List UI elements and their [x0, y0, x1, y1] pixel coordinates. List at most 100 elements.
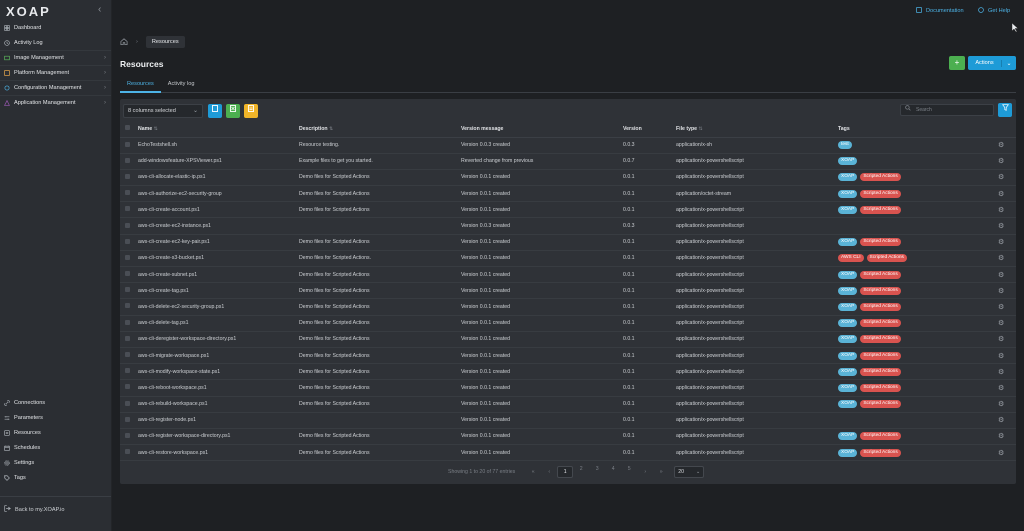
export-button[interactable] [208, 104, 222, 118]
row-checkbox[interactable] [120, 331, 138, 348]
row-settings[interactable]: ⚙ [998, 137, 1016, 154]
sidebar-item-activity-log[interactable]: Activity Log [0, 35, 111, 50]
table-row[interactable]: aws-cli-restore-workspace.ps1 Demo files … [120, 444, 1016, 462]
header-file-type[interactable]: File type ⇅ [676, 121, 838, 138]
gear-icon[interactable]: ⚙ [998, 191, 1004, 198]
cell-name[interactable]: aws-cli-create-ec2-instance.ps1 [138, 217, 299, 235]
row-checkbox[interactable] [120, 396, 138, 413]
chevron-down-icon[interactable]: ⌄ [1001, 59, 1016, 67]
row-settings[interactable]: ⚙ [998, 331, 1016, 348]
cell-name[interactable]: EchoTestshell.sh [138, 137, 299, 154]
table-row[interactable]: aws-cli-create-s3-bucket.ps1 Demo files f… [120, 250, 1016, 268]
cell-name[interactable]: aws-cli-modify-workspace-state.ps1 [138, 363, 299, 381]
table-row[interactable]: aws-cli-create-tag.ps1 Demo files for Scr… [120, 282, 1016, 300]
row-checkbox[interactable] [120, 298, 138, 316]
row-checkbox[interactable] [120, 428, 138, 446]
xoap-logo[interactable]: XOAP [6, 4, 51, 19]
row-checkbox[interactable] [120, 282, 138, 300]
table-row[interactable]: aws-cli-create-ec2-instance.ps1 Version 0… [120, 217, 1016, 235]
row-settings[interactable]: ⚙ [998, 169, 1016, 187]
table-row[interactable]: aws-cli-register-node.ps1 Version 0.0.1 c… [120, 412, 1016, 429]
gear-icon[interactable]: ⚙ [998, 158, 1004, 165]
cell-name[interactable]: add-windowsfeature-XPSViewer.ps1 [138, 153, 299, 170]
table-row[interactable]: aws-cli-modify-workspace-state.ps1 Demo f… [120, 363, 1016, 381]
header-version[interactable]: Version [623, 121, 676, 138]
cell-name[interactable]: aws-cli-restore-workspace.ps1 [138, 444, 299, 462]
row-settings[interactable]: ⚙ [998, 379, 1016, 397]
cell-name[interactable]: aws-cli-migrate-workspace.ps1 [138, 347, 299, 365]
get-help-link[interactable]: Get Help [978, 7, 1010, 15]
table-row[interactable]: aws-cli-deregister-workspace-directory.p… [120, 331, 1016, 348]
row-checkbox[interactable] [120, 412, 138, 429]
row-checkbox[interactable] [120, 363, 138, 381]
row-settings[interactable]: ⚙ [998, 298, 1016, 316]
sidebar-item-tags[interactable]: Tags [0, 470, 111, 485]
gear-icon[interactable]: ⚙ [998, 304, 1004, 311]
add-resource-button[interactable]: + [949, 56, 965, 70]
prev-page-button[interactable]: ‹ [541, 469, 557, 475]
gear-icon[interactable]: ⚙ [998, 369, 1004, 376]
sidebar-item-dashboard[interactable]: Dashboard [0, 20, 111, 35]
cell-name[interactable]: aws-cli-register-workspace-directory.ps1 [138, 428, 299, 446]
row-checkbox[interactable] [120, 217, 138, 235]
row-checkbox[interactable] [120, 250, 138, 268]
cell-name[interactable]: aws-cli-reboot-workspace.ps1 [138, 379, 299, 397]
first-page-button[interactable]: « [525, 469, 541, 475]
cell-name[interactable]: aws-cli-create-s3-bucket.ps1 [138, 250, 299, 268]
gear-icon[interactable]: ⚙ [998, 353, 1004, 360]
documentation-link[interactable]: Documentation [916, 7, 964, 15]
header-version-message[interactable]: Version message [461, 121, 623, 138]
table-row[interactable]: EchoTestshell.sh Resource testing. Version… [120, 137, 1016, 154]
row-settings[interactable]: ⚙ [998, 396, 1016, 413]
gear-icon[interactable]: ⚙ [998, 207, 1004, 214]
sidebar-item-settings[interactable]: Settings [0, 455, 111, 470]
row-checkbox[interactable] [120, 444, 138, 462]
search-input[interactable]: Search [900, 104, 994, 116]
row-checkbox[interactable] [120, 379, 138, 397]
table-row[interactable]: aws-cli-rebuild-workspace.ps1 Demo files … [120, 396, 1016, 413]
gear-icon[interactable]: ⚙ [998, 450, 1004, 457]
table-row[interactable]: aws-cli-create-ec2-key-pair.ps1 Demo file… [120, 234, 1016, 251]
row-checkbox[interactable] [120, 266, 138, 284]
cell-name[interactable]: aws-cli-rebuild-workspace.ps1 [138, 396, 299, 413]
sidebar-item-platform-management[interactable]: Platform Management › [0, 65, 111, 80]
cell-name[interactable]: aws-cli-allocate-elastic-ip.ps1 [138, 169, 299, 187]
page-button[interactable]: 2 [573, 466, 589, 478]
sidebar-item-application-management[interactable]: Application Management › [0, 95, 111, 110]
gear-icon[interactable]: ⚙ [998, 417, 1004, 424]
table-row[interactable]: aws-cli-reboot-workspace.ps1 Demo files f… [120, 379, 1016, 397]
cell-name[interactable]: aws-cli-create-subnet.ps1 [138, 266, 299, 284]
row-checkbox[interactable] [120, 153, 138, 170]
tab-resources[interactable]: Resources [120, 79, 161, 93]
select-all-checkbox[interactable] [120, 121, 138, 138]
gear-icon[interactable]: ⚙ [998, 174, 1004, 181]
row-settings[interactable]: ⚙ [998, 266, 1016, 284]
actions-button[interactable]: Actions ⌄ [968, 56, 1016, 70]
row-checkbox[interactable] [120, 185, 138, 203]
next-page-button[interactable]: › [637, 469, 653, 475]
row-checkbox[interactable] [120, 315, 138, 332]
row-settings[interactable]: ⚙ [998, 282, 1016, 300]
column-selector[interactable]: 8 columns selected ⌄ [123, 104, 203, 118]
gear-icon[interactable]: ⚙ [998, 272, 1004, 279]
row-settings[interactable]: ⚙ [998, 217, 1016, 235]
cell-name[interactable]: aws-cli-create-tag.ps1 [138, 282, 299, 300]
table-row[interactable]: aws-cli-register-workspace-directory.ps1… [120, 428, 1016, 446]
row-settings[interactable]: ⚙ [998, 234, 1016, 251]
sidebar-item-resources[interactable]: Resources [0, 425, 111, 440]
last-page-button[interactable]: » [653, 469, 669, 475]
sidebar-item-connections[interactable]: Connections [0, 395, 111, 410]
gear-icon[interactable]: ⚙ [998, 239, 1004, 246]
tab-activity-log[interactable]: Activity log [161, 79, 202, 93]
row-checkbox[interactable] [120, 234, 138, 251]
sidebar-item-image-management[interactable]: Image Management › [0, 50, 111, 65]
page-button[interactable]: 5 [621, 466, 637, 478]
gear-icon[interactable]: ⚙ [998, 223, 1004, 230]
row-settings[interactable]: ⚙ [998, 250, 1016, 268]
row-settings[interactable]: ⚙ [998, 153, 1016, 170]
page-button[interactable]: 1 [557, 466, 574, 478]
table-row[interactable]: aws-cli-create-subnet.ps1 Demo files for … [120, 266, 1016, 284]
header-description[interactable]: Description ⇅ [299, 121, 461, 138]
export-excel-button[interactable] [226, 104, 240, 118]
cell-name[interactable]: aws-cli-delete-ec2-security-group.ps1 [138, 298, 299, 316]
